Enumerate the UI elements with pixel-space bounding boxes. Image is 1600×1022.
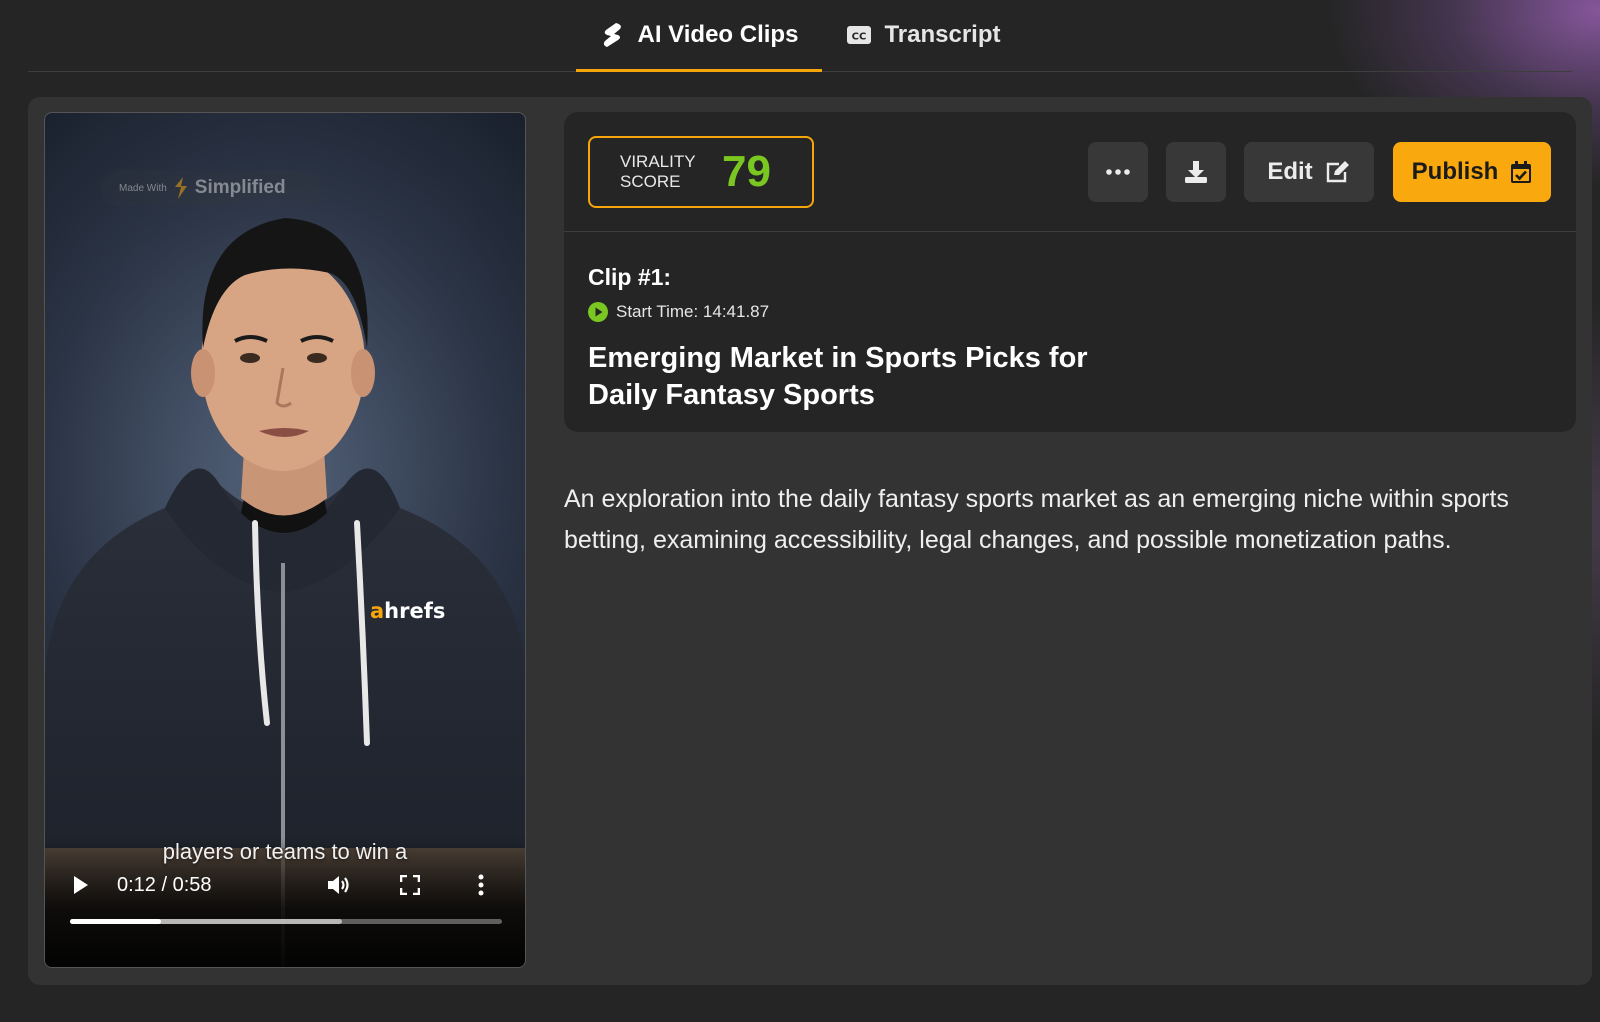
watermark-brand: Simplified <box>194 177 286 198</box>
virality-score-box: VIRALITY SCORE 79 <box>588 136 814 208</box>
virality-score: 79 <box>722 147 771 196</box>
clip-toolbar: VIRALITY SCORE 79 Edit Publish <box>564 112 1576 232</box>
horizontal-dots-icon <box>1106 169 1130 175</box>
more-options-button[interactable] <box>465 869 497 901</box>
edit-label: Edit <box>1267 158 1313 185</box>
watermark-prefix: Made With <box>119 182 167 194</box>
simplified-logo-icon <box>174 177 187 199</box>
vertical-dots-icon <box>478 874 484 896</box>
fullscreen-icon <box>400 875 420 895</box>
video-progress-bar[interactable] <box>70 919 502 924</box>
calendar-check-icon <box>1511 161 1532 183</box>
clip-info-panel: VIRALITY SCORE 79 Edit Publish Clip #1: … <box>564 112 1576 432</box>
video-controls: 0:12 / 0:58 <box>45 865 525 905</box>
video-caption: players or teams to win a <box>162 839 408 864</box>
clips-icon <box>600 22 626 48</box>
start-time: Start Time: 14:41.87 <box>616 302 770 321</box>
volume-button[interactable] <box>323 869 355 901</box>
tab-transcript[interactable]: CC Transcript <box>822 0 1024 71</box>
tab-ai-video-clips[interactable]: AI Video Clips <box>575 0 823 72</box>
edit-icon <box>1326 161 1349 183</box>
fullscreen-button[interactable] <box>394 869 426 901</box>
download-icon <box>1185 161 1207 183</box>
publish-button[interactable]: Publish <box>1393 142 1551 202</box>
cc-icon: CC <box>846 22 872 48</box>
svg-text:CC: CC <box>852 32 867 43</box>
start-time-row: Start Time: 14:41.87 <box>588 302 769 322</box>
tab-bar: AI Video Clips CC Transcript <box>28 0 1572 72</box>
virality-label: VIRALITY SCORE <box>620 152 696 191</box>
watermark: Made With Simplified <box>101 170 321 206</box>
edit-button[interactable]: Edit <box>1244 142 1374 202</box>
clip-title: Emerging Market in Sports Picks for Dail… <box>588 342 1088 411</box>
more-actions-button[interactable] <box>1088 142 1148 202</box>
download-button[interactable] <box>1166 142 1226 202</box>
tab-label: Transcript <box>884 21 1001 48</box>
video-player[interactable]: ahrefs Made With Simplified players or t… <box>44 112 526 968</box>
played-bar <box>70 919 161 924</box>
publish-label: Publish <box>1411 158 1499 185</box>
video-time: 0:12 / 0:58 <box>117 873 212 896</box>
play-circle-icon <box>588 302 608 322</box>
play-icon <box>74 876 88 894</box>
shirt-logo: ahrefs <box>370 599 445 623</box>
volume-icon <box>328 876 349 894</box>
play-button[interactable] <box>65 869 97 901</box>
clip-number: Clip #1: <box>588 264 672 290</box>
clip-description: An exploration into the daily fantasy sp… <box>564 485 1509 554</box>
clip-card: ahrefs Made With Simplified players or t… <box>28 97 1592 985</box>
tab-label: AI Video Clips <box>637 21 799 48</box>
